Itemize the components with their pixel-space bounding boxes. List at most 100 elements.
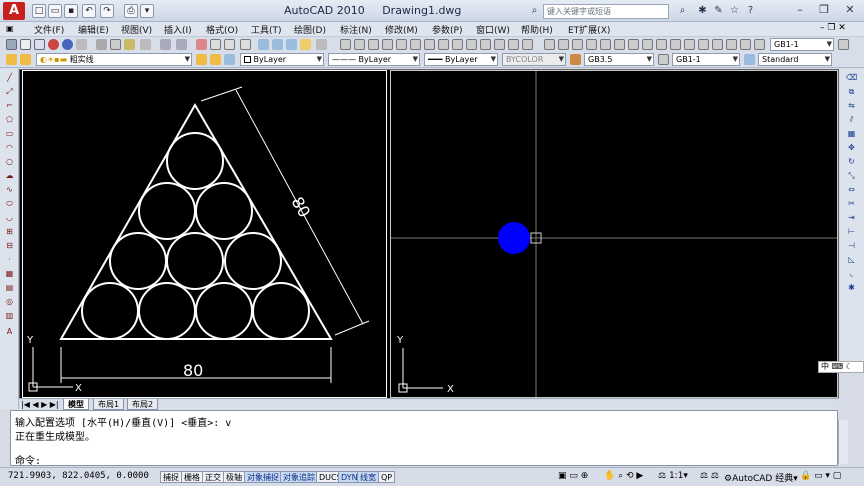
calc-icon[interactable] (316, 39, 327, 50)
command-prompt[interactable]: 命令: (15, 452, 41, 467)
menu-insert[interactable]: 插入(I) (164, 23, 192, 36)
osnap-settings-icon[interactable] (522, 39, 533, 50)
node-icon[interactable] (480, 39, 491, 50)
zoom-window-icon[interactable] (224, 39, 235, 50)
polygon-icon[interactable]: ⬠ (4, 115, 15, 125)
menu-view[interactable]: 视图(V) (121, 23, 152, 36)
tab-layout2[interactable]: 布局2 (127, 399, 159, 410)
table-icon[interactable]: ▥ (4, 311, 15, 321)
command-window[interactable]: 输入配置选项 [水平(H)/垂直(V)] <垂直>: v 正在重生成模型。 命令… (10, 410, 838, 467)
close-button[interactable]: ✕ (838, 2, 862, 18)
tool-palettes-icon[interactable] (286, 39, 297, 50)
minimize-button[interactable]: – (788, 2, 812, 18)
design-center-icon[interactable] (272, 39, 283, 50)
plot-icon[interactable] (76, 39, 87, 50)
pan-icon[interactable] (196, 39, 207, 50)
tolerance-icon[interactable] (712, 39, 723, 50)
save-icon[interactable]: ▪ (64, 4, 78, 18)
explode-icon[interactable]: ✱ (846, 283, 857, 293)
midpoint-icon[interactable] (368, 39, 379, 50)
cut-icon[interactable] (96, 39, 107, 50)
sheet-set-icon[interactable] (300, 39, 311, 50)
top-dimstyle-select[interactable]: GB1-1 ▼ (770, 38, 834, 51)
spline-icon[interactable]: ∿ (4, 185, 15, 195)
mirror-icon[interactable]: ⇋ (846, 101, 857, 111)
make-block-icon[interactable]: ⊟ (4, 241, 15, 251)
gradient-icon[interactable]: ▤ (4, 283, 15, 293)
qp-toggle[interactable]: QP (378, 471, 396, 483)
polar-toggle[interactable]: 极轴 (223, 471, 245, 483)
left-viewport[interactable]: 80 80 Y X (22, 70, 387, 398)
dim-baseline-icon[interactable] (670, 39, 681, 50)
array-icon[interactable]: ▦ (846, 129, 857, 139)
center-snap-icon[interactable] (396, 39, 407, 50)
dim-angular-icon[interactable] (642, 39, 653, 50)
tab-model[interactable]: 模型 (63, 399, 89, 410)
dim-jogged-icon[interactable] (614, 39, 625, 50)
stretch-icon[interactable]: ⇔ (846, 185, 857, 195)
quick-access-dropdown-icon[interactable]: ▾ (140, 4, 154, 18)
dim-arc-icon[interactable] (572, 39, 583, 50)
endpoint-icon[interactable] (354, 39, 365, 50)
ortho-toggle[interactable]: 正交 (202, 471, 224, 483)
menu-parametric[interactable]: 参数(P) (432, 23, 462, 36)
model-space-icon[interactable]: ▣ ▭ ⊕ (558, 471, 588, 481)
snap-toggle[interactable]: 捕捉 (160, 471, 182, 483)
command-scrollbar[interactable] (838, 420, 848, 464)
dim-style-icon[interactable] (658, 54, 669, 65)
search-binoculars-icon[interactable]: ⌕ (528, 4, 541, 17)
subscription-icon[interactable]: ✱ (696, 4, 709, 17)
osnap-toggle[interactable]: 对象捕捉 (244, 471, 282, 483)
globe-icon[interactable] (62, 39, 73, 50)
tangent-icon[interactable] (424, 39, 435, 50)
menu-et-express[interactable]: ET扩展(X) (568, 23, 610, 36)
paste-icon[interactable] (124, 39, 135, 50)
layer-walk-icon[interactable] (224, 54, 235, 65)
layer-select[interactable]: ◐☀▪▬ 粗实线 ▼ (36, 53, 192, 66)
otrack-toggle[interactable]: 对象追踪 (280, 471, 318, 483)
tray-icons[interactable]: 🔒 ▭ ▾ ▢ (800, 471, 841, 481)
insert-snap-icon[interactable] (466, 39, 477, 50)
new-file-icon[interactable]: □ (32, 4, 46, 18)
region-icon[interactable]: ◎ (4, 297, 15, 307)
coordinates-readout[interactable]: 721.9903, 822.0405, 0.0000 (8, 471, 149, 481)
undo-icon[interactable]: ↶ (82, 4, 96, 18)
qnew-icon[interactable] (6, 39, 17, 50)
snap-toolbar-icon[interactable] (340, 39, 351, 50)
menu-tools[interactable]: 工具(T) (251, 23, 282, 36)
offset-icon[interactable]: ⫽ (846, 115, 857, 125)
circle-icon[interactable]: ○ (4, 157, 15, 167)
make-current-layer-icon[interactable] (196, 54, 207, 65)
menu-minimize-icon[interactable]: – ❐ ✕ (820, 23, 846, 33)
linetype-select[interactable]: ——— ByLayer ▼ (328, 53, 420, 66)
text-style-icon[interactable] (570, 54, 581, 65)
copy-object-icon[interactable]: ⧉ (846, 87, 857, 97)
dimstyle-manager-icon[interactable] (838, 39, 849, 50)
workspace-switch[interactable]: ⚙AutoCAD 经典▾ (724, 471, 798, 484)
zoom-realtime-icon[interactable] (210, 39, 221, 50)
properties-icon[interactable] (258, 39, 269, 50)
match-prop-icon[interactable] (140, 39, 151, 50)
redo-icon[interactable]: ↷ (100, 4, 114, 18)
autocad-logo-icon[interactable]: A (3, 2, 25, 20)
mtext-icon[interactable]: A (4, 327, 15, 337)
none-snap-icon[interactable] (508, 39, 519, 50)
lineweight-toggle[interactable]: 线宽 (357, 471, 379, 483)
menu-draw[interactable]: 绘图(D) (294, 23, 326, 36)
move-icon[interactable]: ✥ (846, 143, 857, 153)
center-mark-icon[interactable] (726, 39, 737, 50)
layer-manager-icon[interactable] (6, 54, 17, 65)
dim-ordinate-icon[interactable] (586, 39, 597, 50)
menu-help[interactable]: 帮助(H) (521, 23, 553, 36)
favorites-star-icon[interactable]: ☆ (728, 4, 741, 17)
ellipse-arc-icon[interactable]: ◡ (4, 213, 15, 223)
scale-icon[interactable]: ⤡ (846, 171, 857, 181)
revcloud-icon[interactable]: ☁ (4, 171, 15, 181)
communication-icon[interactable]: ✎ (712, 4, 725, 17)
redo-toolbar-icon[interactable] (176, 39, 187, 50)
arc-icon[interactable]: ◠ (4, 143, 15, 153)
help-search-input[interactable]: 键入关键字或短语 (543, 4, 669, 19)
color-select[interactable]: ByLayer ▼ (240, 53, 324, 66)
dim-update-icon[interactable] (754, 39, 765, 50)
chamfer-icon[interactable]: ◺ (846, 255, 857, 265)
